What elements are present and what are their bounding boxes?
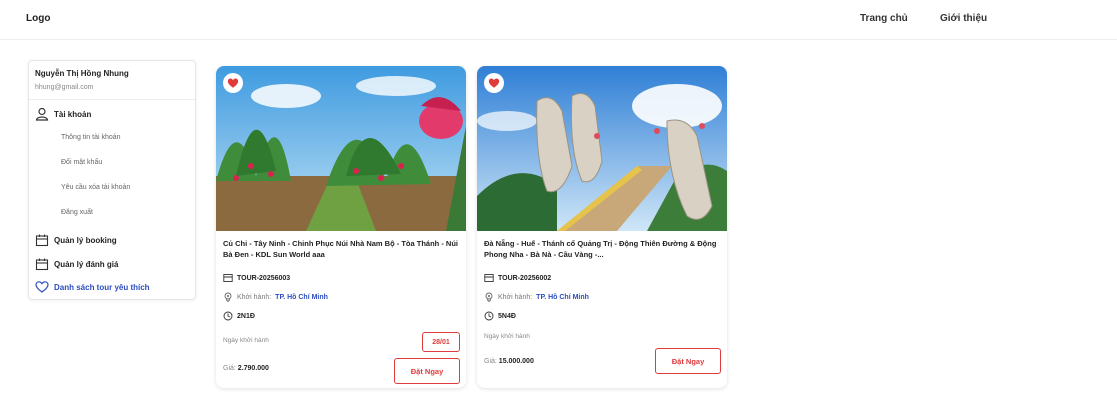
book-now-button[interactable]: Đặt Ngay bbox=[394, 358, 460, 384]
user-icon bbox=[35, 107, 49, 121]
tour-duration: 5N4Đ bbox=[484, 311, 516, 321]
logo[interactable]: Logo bbox=[26, 13, 50, 24]
departure-city: TP. Hồ Chí Minh bbox=[275, 293, 328, 301]
sidebar-item-reviews-label: Quản lý đánh giá bbox=[54, 259, 119, 269]
sidebar-item-booking-label: Quản lý booking bbox=[54, 235, 117, 245]
favorite-toggle[interactable] bbox=[223, 73, 243, 93]
duration-value: 5N4Đ bbox=[498, 312, 516, 320]
sidebar-item-reviews[interactable]: Quản lý đánh giá bbox=[35, 257, 118, 271]
sidebar-item-change-password[interactable]: Đổi mật khẩu bbox=[61, 159, 102, 166]
ticket-icon bbox=[223, 274, 233, 282]
sidebar-divider bbox=[29, 99, 195, 100]
clock-icon bbox=[484, 311, 494, 321]
nav-home-link[interactable]: Trang chủ bbox=[860, 13, 908, 24]
price-value: 2.790.000 bbox=[237, 365, 269, 372]
departure-label: Khởi hành: bbox=[498, 293, 533, 301]
tour-price: Giá: 15.000.000 bbox=[484, 358, 534, 365]
price-label: Giá: bbox=[484, 358, 497, 365]
tour-duration: 2N1Đ bbox=[223, 311, 255, 321]
top-header: Logo Trang chủ Giới thiệu bbox=[0, 0, 1117, 40]
calendar-icon bbox=[35, 234, 49, 247]
tour-price: Giá: 2.790.000 bbox=[223, 365, 269, 372]
tour-code-value: TOUR-20256003 bbox=[237, 274, 291, 282]
user-email: hhung@gmail.com bbox=[35, 84, 94, 91]
location-icon bbox=[485, 292, 493, 302]
tour-title[interactable]: Củ Chi - Tây Ninh - Chinh Phục Núi Nhà N… bbox=[223, 238, 459, 260]
tour-card[interactable]: Củ Chi - Tây Ninh - Chinh Phục Núi Nhà N… bbox=[216, 66, 466, 388]
price-value: 15.000.000 bbox=[498, 358, 534, 365]
book-now-button[interactable]: Đặt Ngay bbox=[655, 348, 721, 374]
clock-icon bbox=[223, 311, 233, 321]
tour-code-value: TOUR-20256002 bbox=[498, 274, 552, 282]
sidebar-item-account-label: Tài khoản bbox=[54, 109, 92, 119]
account-sidebar: Nguyễn Thị Hồng Nhung hhung@gmail.com Tà… bbox=[28, 60, 196, 300]
heart-outline-icon bbox=[35, 281, 49, 293]
tour-departure: Khởi hành: TP. Hồ Chí Minh bbox=[484, 292, 589, 302]
price-label: Giá: bbox=[223, 365, 236, 372]
tour-title[interactable]: Đà Nẵng - Huế - Thánh cổ Quảng Trị - Độn… bbox=[484, 238, 720, 260]
ticket-icon bbox=[484, 274, 494, 282]
departure-date-label: Ngày khởi hành bbox=[223, 337, 269, 344]
sidebar-item-favorites[interactable]: Danh sách tour yêu thích bbox=[35, 280, 150, 294]
calendar-icon bbox=[35, 258, 49, 271]
tour-image-dragon-fruit bbox=[216, 66, 466, 231]
location-icon bbox=[224, 292, 232, 302]
heart-icon bbox=[488, 78, 500, 88]
favorite-toggle[interactable] bbox=[484, 73, 504, 93]
departure-date-label: Ngày khởi hành bbox=[484, 333, 530, 340]
sidebar-item-logout[interactable]: Đăng xuất bbox=[61, 209, 93, 216]
tour-card[interactable]: Đà Nẵng - Huế - Thánh cổ Quảng Trị - Độn… bbox=[477, 66, 727, 388]
heart-icon bbox=[227, 78, 239, 88]
duration-value: 2N1Đ bbox=[237, 312, 255, 320]
sidebar-item-favorites-label: Danh sách tour yêu thích bbox=[54, 282, 150, 292]
departure-label: Khởi hành: bbox=[237, 293, 272, 301]
tour-code: TOUR-20256003 bbox=[223, 273, 290, 283]
user-name: Nguyễn Thị Hồng Nhung bbox=[35, 69, 129, 78]
tour-code: TOUR-20256002 bbox=[484, 273, 551, 283]
sidebar-item-delete-account[interactable]: Yêu cầu xóa tài khoản bbox=[61, 184, 130, 191]
departure-date-badge[interactable]: 28/01 bbox=[422, 332, 460, 352]
sidebar-item-account[interactable]: Tài khoản bbox=[35, 107, 91, 121]
sidebar-item-profile[interactable]: Thông tin tài khoản bbox=[61, 134, 121, 141]
tour-departure: Khởi hành: TP. Hồ Chí Minh bbox=[223, 292, 328, 302]
tour-image-golden-bridge bbox=[477, 66, 727, 231]
nav-about-link[interactable]: Giới thiệu bbox=[940, 13, 987, 24]
departure-city: TP. Hồ Chí Minh bbox=[536, 293, 589, 301]
sidebar-item-booking[interactable]: Quản lý booking bbox=[35, 233, 117, 247]
